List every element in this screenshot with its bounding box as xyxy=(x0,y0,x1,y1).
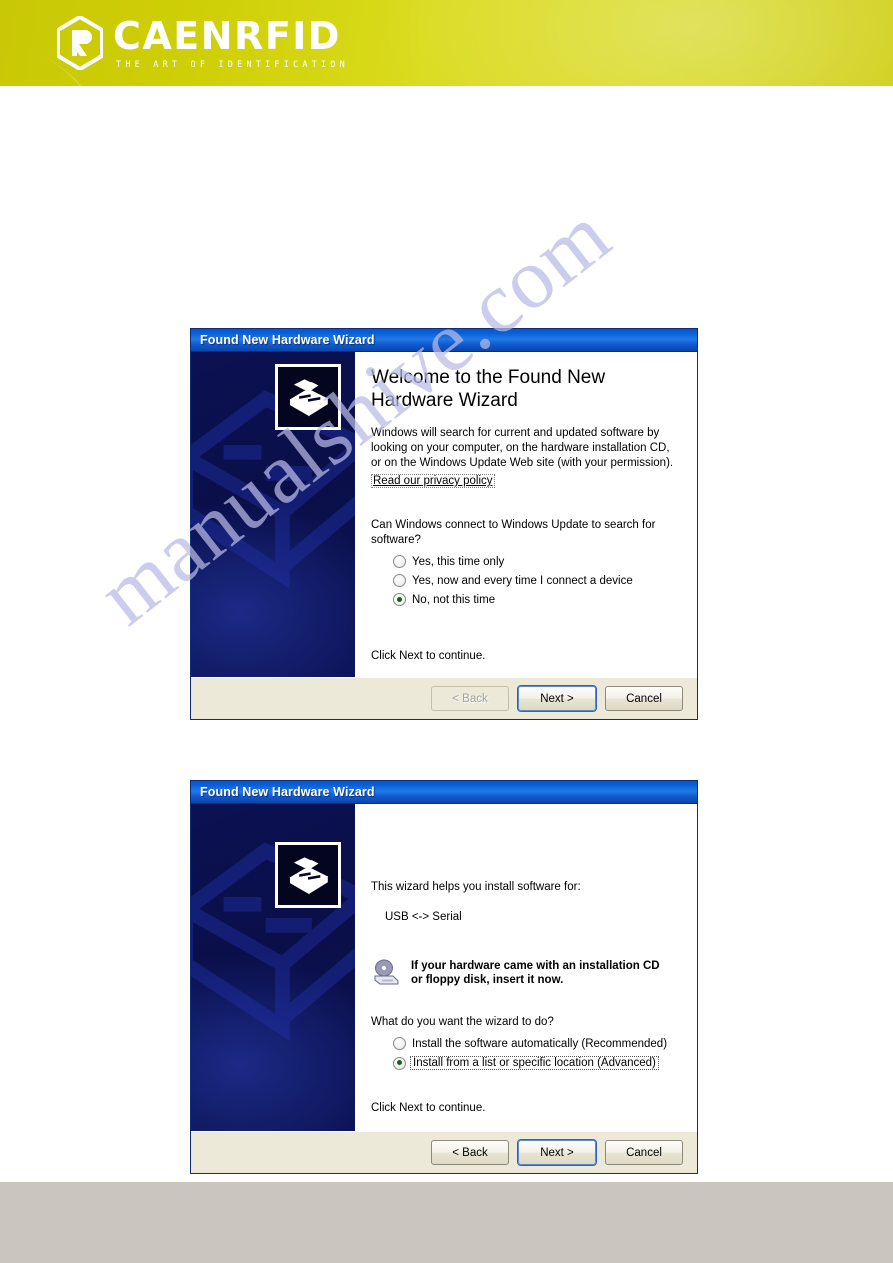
radio-indicator-selected[interactable] xyxy=(393,593,406,606)
title-bar[interactable]: Found New Hardware Wizard xyxy=(191,329,697,352)
wizard-body: Welcome to the Found New Hardware Wizard… xyxy=(191,352,697,677)
next-button[interactable]: Next > xyxy=(518,1140,596,1165)
question-label: What do you want the wizard to do? xyxy=(371,1016,554,1028)
found-new-hardware-wizard-install[interactable]: Found New Hardware Wizard This wizard he… xyxy=(190,780,698,1174)
radio-option-yes-every-time[interactable]: Yes, now and every time I connect a devi… xyxy=(393,574,681,587)
cancel-button[interactable]: Cancel xyxy=(605,1140,683,1165)
new-hardware-icon xyxy=(275,842,341,908)
radio-option-install-from-list[interactable]: Install from a list or specific location… xyxy=(393,1056,681,1070)
title-bar[interactable]: Found New Hardware Wizard xyxy=(191,781,697,804)
description-text: Windows will search for current and upda… xyxy=(371,427,674,469)
radio-option-label: Install the software automatically (Reco… xyxy=(412,1037,668,1050)
continue-hint: Click Next to continue. xyxy=(371,1102,486,1114)
radio-indicator-selected[interactable] xyxy=(393,1056,406,1070)
brand-wordmark: CAENRFID xyxy=(113,13,341,58)
radio-option-label: Yes, this time only xyxy=(412,555,505,568)
wizard-content: Welcome to the Found New Hardware Wizard… xyxy=(355,352,697,677)
install-intro-text: This wizard helps you install software f… xyxy=(371,881,581,893)
cd-notice-line-1: If your hardware came with an installati… xyxy=(411,960,660,972)
wizard-content: This wizard helps you install software f… xyxy=(355,804,697,1131)
continue-hint: Click Next to continue. xyxy=(371,650,486,662)
radio-option-no-not-this-time[interactable]: No, not this time xyxy=(393,593,681,606)
update-options-group: Yes, this time only Yes, now and every t… xyxy=(393,555,681,606)
new-hardware-icon xyxy=(275,364,341,430)
question-label: Can Windows connect to Windows Update to… xyxy=(371,519,656,546)
radio-option-install-automatically[interactable]: Install the software automatically (Reco… xyxy=(393,1037,681,1050)
wizard-sidebar xyxy=(191,804,355,1131)
installation-cd-notice: If your hardware came with an installati… xyxy=(371,959,681,987)
page-footer-bar xyxy=(0,1182,893,1263)
radio-indicator[interactable] xyxy=(393,1037,406,1050)
wizard-body: This wizard helps you install software f… xyxy=(191,804,697,1131)
radio-option-label: Install from a list or specific location… xyxy=(410,1056,659,1070)
wizard-button-bar: < Back Next > Cancel xyxy=(191,1131,697,1173)
radio-option-yes-this-time[interactable]: Yes, this time only xyxy=(393,555,681,568)
wizard-button-bar: < Back Next > Cancel xyxy=(191,677,697,719)
next-button[interactable]: Next > xyxy=(518,686,596,711)
cd-drive-icon xyxy=(371,959,401,987)
brand-tagline: THE ART OF IDENTIFICATION xyxy=(116,59,349,70)
install-options-group: Install the software automatically (Reco… xyxy=(393,1037,681,1070)
cancel-button[interactable]: Cancel xyxy=(605,686,683,711)
radio-option-label: No, not this time xyxy=(412,593,496,606)
found-new-hardware-wizard-welcome[interactable]: Found New Hardware Wizard Welcome to the… xyxy=(190,328,698,720)
hexagon-r-icon xyxy=(56,14,104,72)
window-title: Found New Hardware Wizard xyxy=(200,785,375,799)
cd-notice-text: If your hardware came with an installati… xyxy=(411,959,660,987)
wizard-sidebar xyxy=(191,352,355,677)
radio-option-label: Yes, now and every time I connect a devi… xyxy=(412,574,633,587)
brand-header: CAENRFID THE ART OF IDENTIFICATION xyxy=(0,0,893,86)
back-button[interactable]: < Back xyxy=(431,1140,509,1165)
back-button[interactable]: < Back xyxy=(431,686,509,711)
window-title: Found New Hardware Wizard xyxy=(200,333,375,347)
cd-notice-line-2: or floppy disk, insert it now. xyxy=(411,974,564,986)
device-name-label: USB <-> Serial xyxy=(385,911,462,923)
privacy-policy-link[interactable]: Read our privacy policy xyxy=(371,474,495,488)
radio-indicator[interactable] xyxy=(393,574,406,587)
page-title: Welcome to the Found New Hardware Wizard xyxy=(371,367,606,411)
radio-indicator[interactable] xyxy=(393,555,406,568)
brand-logo: CAENRFID THE ART OF IDENTIFICATION xyxy=(56,13,349,72)
